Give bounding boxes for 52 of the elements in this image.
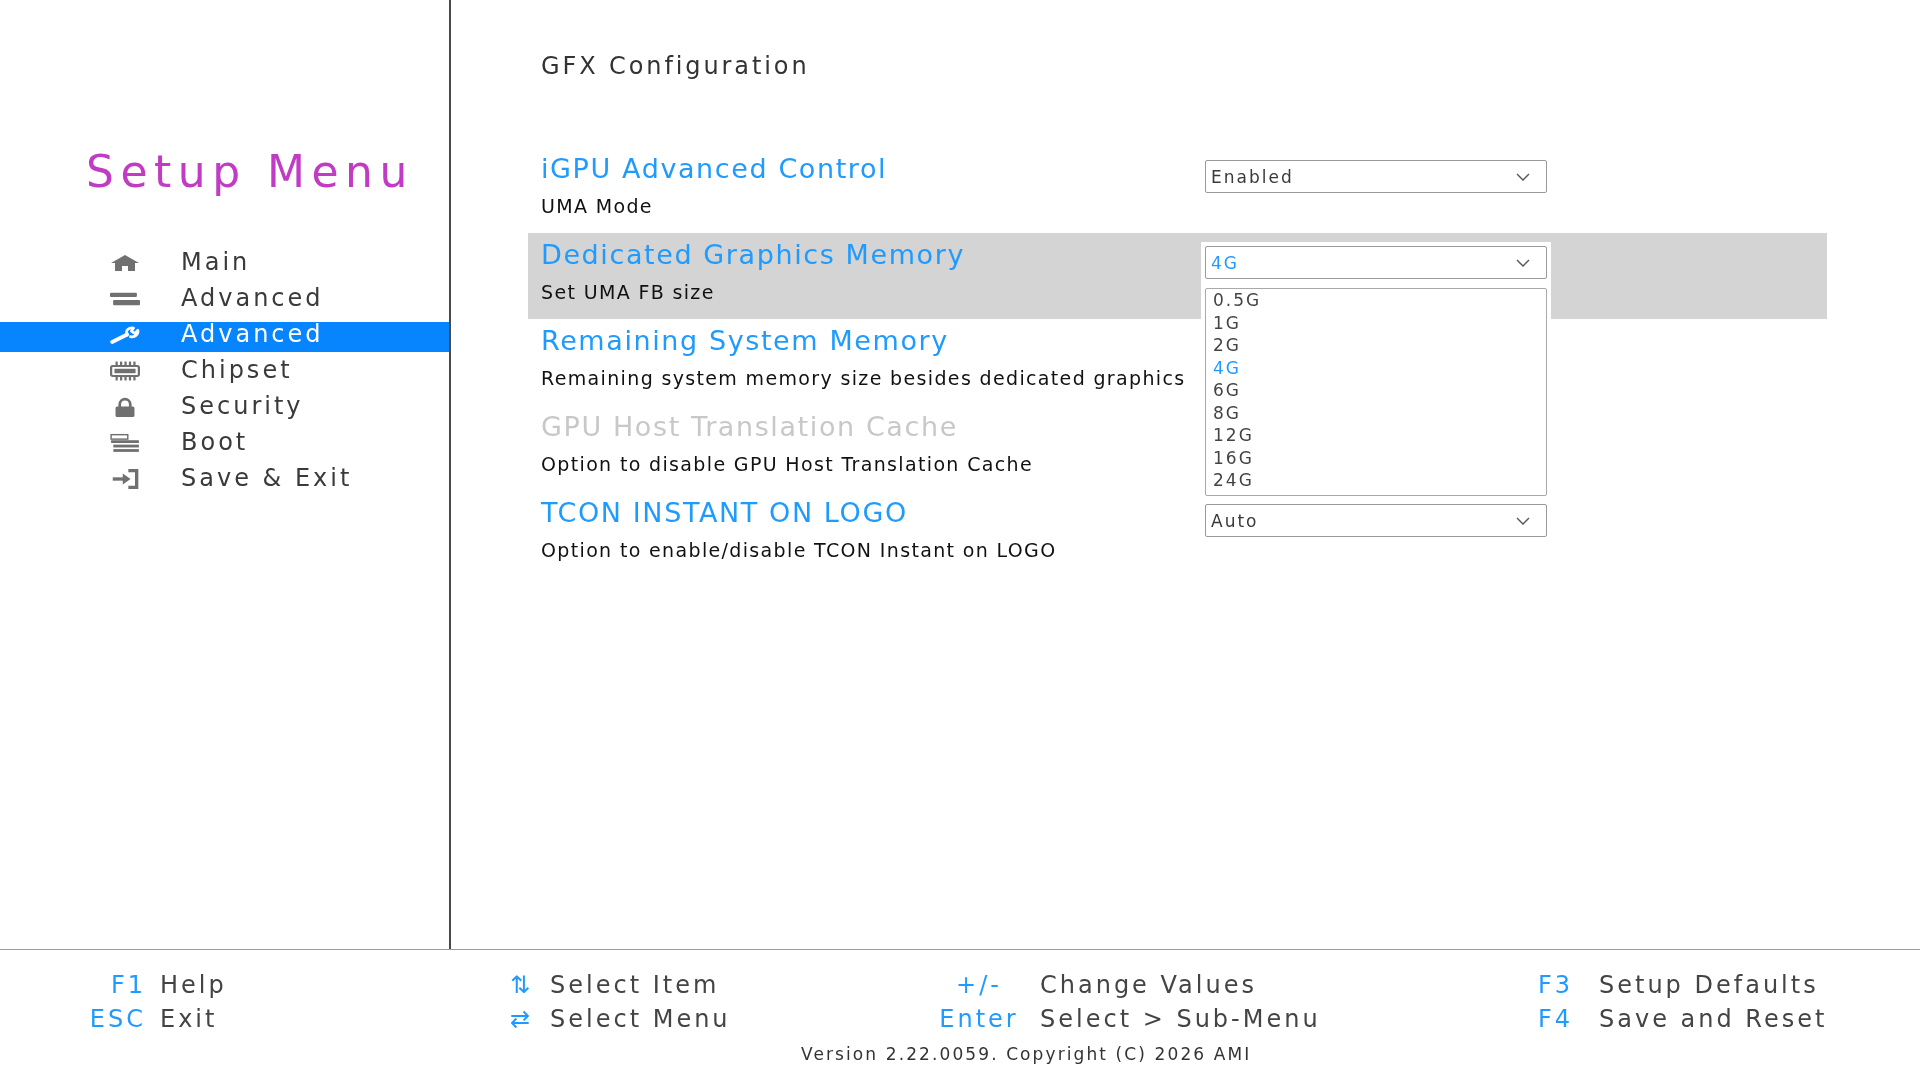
version-text: Version 2.22.0059. Copyright (C) 2026 AMI <box>801 1043 1252 1066</box>
dropdown[interactable]: Auto <box>1205 504 1547 537</box>
shortcut-key: ESC <box>89 1004 146 1034</box>
setting-description: Option to enable/disable TCON Instant on LOGO <box>541 538 1057 563</box>
dropdown-option[interactable]: 1G <box>1213 311 1241 334</box>
dropdown-option[interactable]: 16G <box>1213 446 1254 469</box>
setting-description: Set UMA FB size <box>541 280 715 305</box>
dropdown-option[interactable]: 2G <box>1213 334 1241 357</box>
sidebar-menu-item[interactable]: Advanced <box>0 322 449 352</box>
shortcut-label: Help <box>160 970 227 1000</box>
dropdown-option[interactable]: 0.5G <box>1213 289 1262 312</box>
shortcut-label: Change Values <box>1040 970 1257 1000</box>
shortcut-key: F4 <box>1538 1004 1574 1034</box>
chip-icon <box>110 360 140 381</box>
sidebar-menu-item[interactable]: Advanced <box>0 286 449 316</box>
house-icon <box>110 252 140 273</box>
page-title: GFX Configuration <box>541 51 810 82</box>
chevron-down-icon <box>1516 172 1530 181</box>
shortcut-label: Select Menu <box>550 1004 731 1034</box>
shortcut-label: Exit <box>160 1004 218 1034</box>
setting-title: Remaining System Memory <box>541 324 949 358</box>
shortcut-label: Setup Defaults <box>1599 970 1819 1000</box>
setting-description: Option to disable GPU Host Translation Cache <box>541 452 1033 477</box>
shortcut-key: Enter <box>939 1004 1019 1034</box>
sidebar-title: Setup Menu <box>86 145 414 199</box>
setting-description: Remaining system memory size besides dedicated graphics <box>541 366 1186 391</box>
wrench-icon <box>110 324 140 345</box>
dropdown-option[interactable]: 24G <box>1213 469 1254 492</box>
chevron-down-icon <box>1516 516 1530 525</box>
shortcut-label: Save and Reset <box>1599 1004 1828 1034</box>
shortcut-label: Select Item <box>550 970 720 1000</box>
shortcut-key: F3 <box>1538 970 1574 1000</box>
shortcut-key: ⇄ <box>510 1004 534 1034</box>
chevron-down-icon <box>1516 258 1530 267</box>
setting-title: iGPU Advanced Control <box>541 152 888 186</box>
shortcut-key: +/- <box>956 970 1002 1000</box>
dropdown-option[interactable]: 6G <box>1213 379 1241 402</box>
dropdown[interactable]: Enabled <box>1205 160 1547 193</box>
sidebar-menu-item[interactable]: Save & Exit <box>0 466 449 496</box>
sidebar-menu-item[interactable]: Main <box>0 250 449 280</box>
shortcut-key: ⇅ <box>510 970 534 1000</box>
sidebar-menu-item[interactable]: Security <box>0 394 449 424</box>
sidebar-menu-item[interactable]: Boot <box>0 430 449 460</box>
dropdown-option[interactable]: 12G <box>1213 424 1254 447</box>
dropdown-option[interactable]: 8G <box>1213 401 1241 424</box>
shortcut-key: F1 <box>110 970 146 1000</box>
sidebar-menu-item[interactable]: Chipset <box>0 358 449 388</box>
stacked-lines-icon <box>110 432 140 453</box>
arrow-into-box-icon <box>110 468 140 489</box>
setting-title: Dedicated Graphics Memory <box>541 238 965 272</box>
shortcut-label: Select > Sub-Menu <box>1040 1004 1321 1034</box>
setting-description: UMA Mode <box>541 194 653 219</box>
